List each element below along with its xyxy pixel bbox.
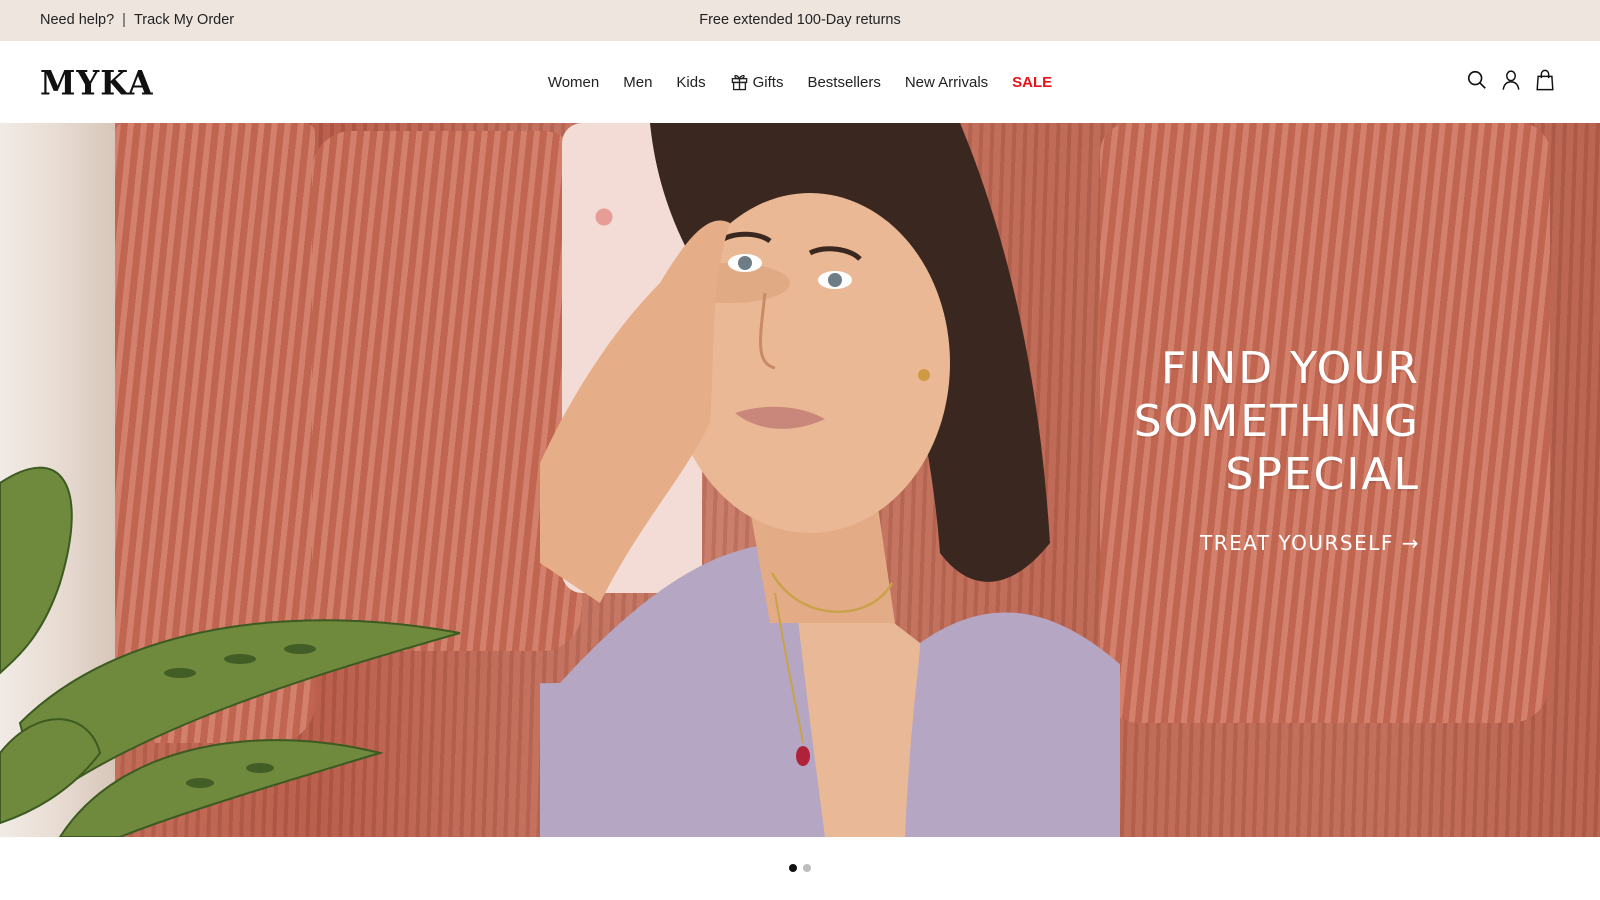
nav-item-men[interactable]: Men <box>623 74 652 91</box>
carousel-dots <box>0 864 1600 872</box>
promo-text: Free extended 100-Day returns <box>699 12 901 28</box>
main-nav: Women Men Kids Gifts Bestsellers New Arr… <box>0 72 1600 91</box>
shopping-bag-icon[interactable] <box>1534 68 1556 92</box>
nav-item-kids[interactable]: Kids <box>676 74 705 91</box>
plant-leaves <box>0 466 461 837</box>
header-actions <box>1466 68 1556 92</box>
nav-item-bestsellers[interactable]: Bestsellers <box>807 74 880 91</box>
account-icon[interactable] <box>1500 68 1522 92</box>
hero-headline: FIND YOUR SOMETHING SPECIAL <box>1133 343 1420 500</box>
carousel-dot-1[interactable] <box>789 864 797 872</box>
search-icon[interactable] <box>1466 68 1488 92</box>
nav-item-new-arrivals[interactable]: New Arrivals <box>905 74 988 91</box>
model-photo <box>540 123 1120 837</box>
nav-item-gifts[interactable]: Gifts <box>730 72 784 91</box>
nav-item-women[interactable]: Women <box>548 74 599 91</box>
carousel-dot-2[interactable] <box>803 864 811 872</box>
treat-yourself-link[interactable]: TREAT YOURSELF → <box>1200 531 1420 555</box>
nav-item-sale[interactable]: SALE <box>1012 74 1052 91</box>
hero-copy: FIND YOUR SOMETHING SPECIAL TREAT YOURSE… <box>1134 342 1420 555</box>
site-header: MYKA Women Men Kids Gifts Bestsellers Ne… <box>0 41 1600 123</box>
hero-banner[interactable]: FIND YOUR SOMETHING SPECIAL TREAT YOURSE… <box>0 123 1600 837</box>
announcement-bar: Need help? | Track My Order Free extende… <box>0 0 1600 41</box>
gift-icon <box>731 74 747 91</box>
nav-item-gifts-label: Gifts <box>752 74 784 91</box>
